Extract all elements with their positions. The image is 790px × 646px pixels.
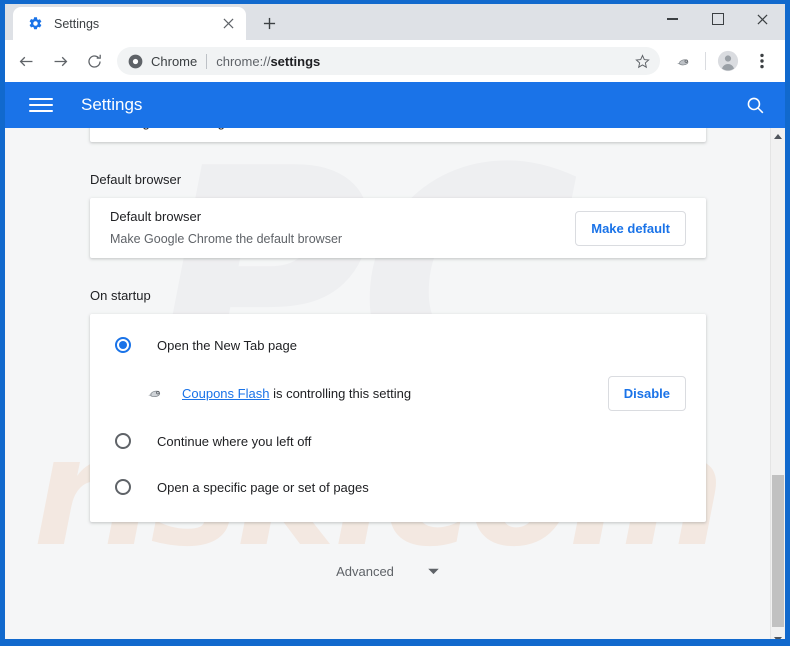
chrome-logo-icon [127, 53, 143, 69]
tab-strip: Settings [5, 4, 785, 40]
browser-window: Settings Chrome chrome://settings Settin… [0, 0, 790, 646]
make-default-button[interactable]: Make default [575, 210, 686, 246]
tab-title: Settings [54, 16, 100, 31]
hamburger-menu-icon[interactable] [29, 93, 53, 117]
vertical-scrollbar[interactable] [770, 128, 785, 639]
manage-search-engines-row[interactable]: Manage search engines [110, 128, 686, 137]
advanced-expander[interactable]: Advanced [5, 562, 770, 580]
scroll-up-arrow-icon[interactable] [771, 128, 785, 145]
settings-scroll-region: Manage search engines Default browser De… [5, 128, 770, 639]
chevron-down-icon [428, 562, 439, 580]
default-browser-section-title: Default browser [90, 172, 182, 187]
maximize-button[interactable] [695, 4, 740, 34]
manage-search-engines-card: Manage search engines [90, 128, 706, 142]
radio-button-new-tab[interactable] [115, 337, 131, 353]
radio-button-continue[interactable] [115, 433, 131, 449]
extension-control-notice: Coupons Flash is controlling this settin… [90, 368, 706, 418]
default-browser-row: Default browser Make Google Chrome the d… [90, 198, 706, 258]
reload-button-icon[interactable] [79, 46, 109, 76]
settings-content-area: PC risk.com Manage search engines [5, 128, 785, 639]
toolbar-divider [705, 52, 706, 70]
on-startup-card: Open the New Tab page Coupons Flash is c… [90, 314, 706, 522]
close-window-button[interactable] [740, 4, 785, 34]
back-button-icon[interactable] [11, 46, 41, 76]
minimize-button[interactable] [650, 4, 695, 34]
page-title: Settings [81, 95, 143, 114]
disable-extension-button[interactable]: Disable [607, 375, 686, 411]
startup-option-new-tab[interactable]: Open the New Tab page [90, 322, 706, 368]
default-browser-row-title: Default browser [110, 208, 202, 224]
extension-notice-rest: is controlling this setting [269, 385, 412, 401]
coupons-flash-link[interactable]: Coupons Flash [182, 386, 269, 401]
window-controls [650, 4, 785, 34]
new-tab-button[interactable] [255, 9, 283, 37]
startup-option-continue[interactable]: Continue where you left off [90, 418, 706, 464]
default-browser-row-subtitle: Make Google Chrome the default browser [110, 231, 343, 246]
coupons-flash-extension-icon [146, 384, 164, 402]
startup-option-continue-label: Continue where you left off [157, 433, 312, 449]
default-browser-row-text: Default browser Make Google Chrome the d… [110, 208, 575, 249]
omnibox-url: chrome://settings [216, 54, 630, 69]
manage-search-engines-label: Manage search engines [110, 128, 675, 130]
default-browser-card: Default browser Make Google Chrome the d… [90, 198, 706, 258]
star-icon[interactable] [630, 49, 654, 73]
extension-notice-text: Coupons Flash is controlling this settin… [182, 386, 608, 401]
advanced-label: Advanced [336, 563, 394, 579]
search-icon[interactable] [739, 89, 771, 121]
browser-window-inner: Settings Chrome chrome://settings Settin… [5, 4, 785, 639]
chevron-right-icon [675, 128, 686, 131]
settings-page: Manage search engines Default browser De… [5, 128, 770, 580]
url-bold-part: settings [270, 53, 321, 69]
startup-option-specific-pages[interactable]: Open a specific page or set of pages [90, 464, 706, 510]
on-startup-section-title: On startup [90, 288, 151, 303]
browser-tab-settings[interactable]: Settings [13, 7, 246, 40]
settings-header-bar: Settings [5, 82, 785, 128]
profile-avatar-icon[interactable] [713, 46, 743, 76]
forward-button-icon[interactable] [45, 46, 75, 76]
coupons-flash-extension-icon[interactable] [668, 46, 698, 76]
arrow-up-glyph [774, 134, 782, 139]
gear-icon [27, 16, 43, 32]
scroll-down-arrow-icon[interactable] [771, 631, 785, 639]
omnibox-chip-label: Chrome [151, 53, 198, 69]
omnibox-separator [206, 53, 208, 69]
radio-button-specific-pages[interactable] [115, 479, 131, 495]
three-dot-menu-icon[interactable] [747, 46, 777, 76]
startup-option-new-tab-label: Open the New Tab page [157, 337, 297, 353]
arrow-down-glyph [774, 637, 782, 639]
url-prefix: chrome:// [216, 53, 271, 69]
address-bar[interactable]: Chrome chrome://settings [117, 47, 660, 75]
close-icon[interactable] [218, 14, 238, 34]
browser-toolbar: Chrome chrome://settings [5, 40, 785, 82]
startup-option-specific-pages-label: Open a specific page or set of pages [157, 479, 369, 495]
scrollbar-thumb[interactable] [772, 475, 784, 627]
